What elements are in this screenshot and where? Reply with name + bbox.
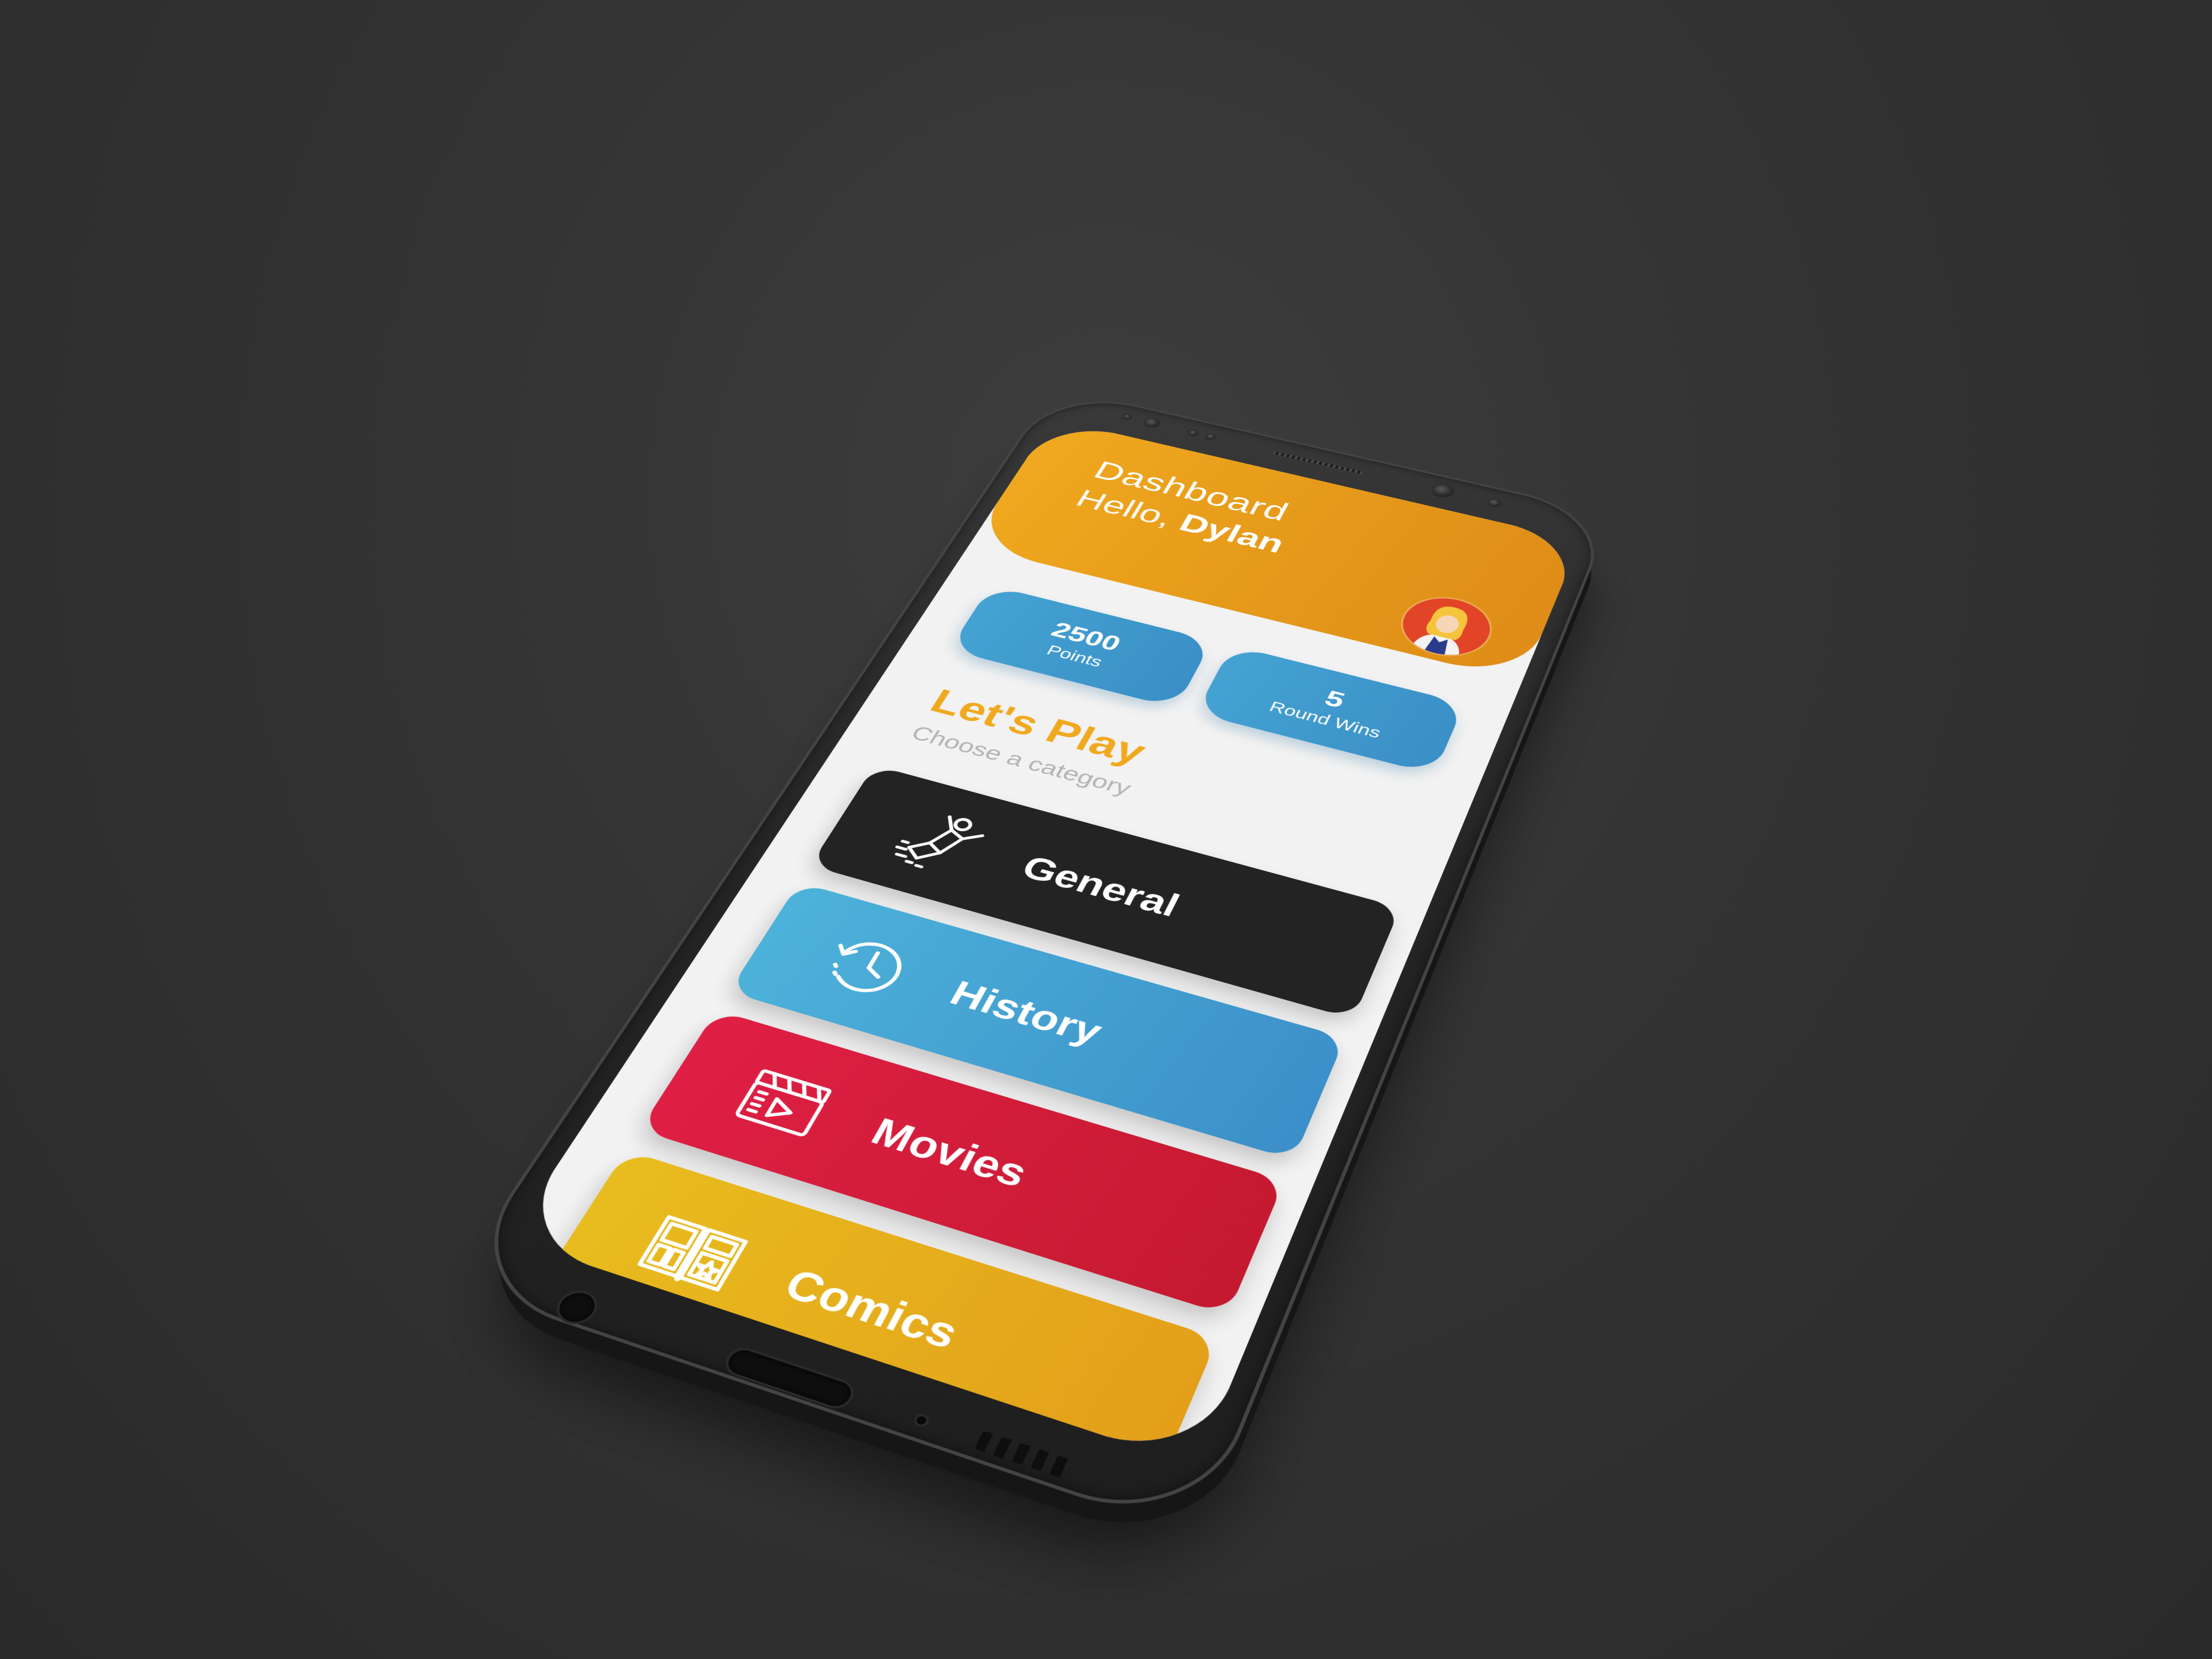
phone-device: Dashboard Hello, Dylan 2500 Points 5 Rou… xyxy=(450,387,1614,1537)
category-general-button[interactable]: General xyxy=(810,765,1401,1019)
avatar-illustration-icon xyxy=(1392,591,1500,664)
mockup-stage: Dashboard Hello, Dylan 2500 Points 5 Rou… xyxy=(0,0,2212,1659)
comic-book-icon xyxy=(621,1194,767,1308)
category-comics-label: Comics xyxy=(776,1259,966,1359)
clapperboard-play-icon xyxy=(715,1051,853,1154)
front-camera-icon xyxy=(1143,418,1161,429)
category-movies-button[interactable]: Movies xyxy=(639,1010,1285,1316)
headphone-jack xyxy=(553,1288,601,1326)
iris-scanner-icon xyxy=(1430,483,1455,499)
category-history-button[interactable]: History xyxy=(729,883,1345,1160)
iris-led-icon xyxy=(1488,498,1502,508)
category-history-label: History xyxy=(943,973,1109,1053)
proximity-sensor-icon xyxy=(1188,430,1199,436)
earpiece-speaker xyxy=(1272,451,1365,475)
points-card[interactable]: 2500 Points xyxy=(949,585,1213,708)
microphone-hole xyxy=(915,1415,927,1426)
avatar[interactable] xyxy=(1392,591,1500,664)
superhero-flying-icon xyxy=(879,799,1002,885)
category-general-label: General xyxy=(1015,848,1186,925)
category-comics-button[interactable]: Comics xyxy=(541,1150,1218,1467)
app-screen: Dashboard Hello, Dylan 2500 Points 5 Rou… xyxy=(508,419,1580,1467)
history-clock-icon xyxy=(800,919,931,1013)
light-sensor-icon xyxy=(1206,434,1217,440)
front-sensor-icon xyxy=(1123,414,1132,420)
category-movies-label: Movies xyxy=(864,1109,1035,1196)
round-wins-card[interactable]: 5 Round Wins xyxy=(1196,645,1465,774)
